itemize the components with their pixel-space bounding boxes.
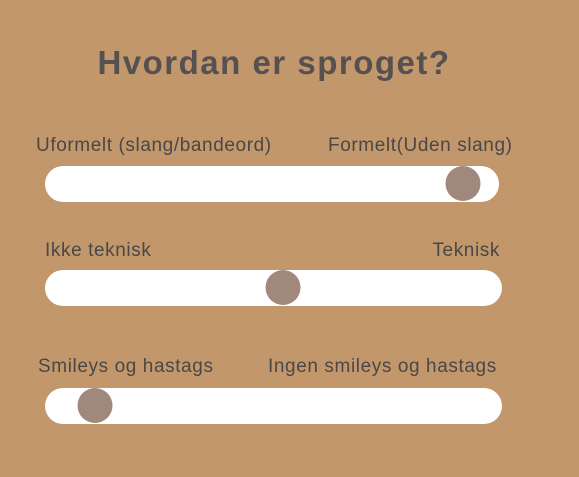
slider-1-left-label: Uformelt (slang/bandeord) <box>36 135 272 156</box>
smileys-slider-track[interactable] <box>45 388 502 424</box>
formality-slider-track[interactable] <box>45 166 499 202</box>
smileys-slider-thumb[interactable] <box>77 388 113 423</box>
slider-3-left-label: Smileys og hastags <box>38 356 214 377</box>
slider-1-right-label: Formelt(Uden slang) <box>328 135 513 156</box>
technicality-slider-thumb[interactable] <box>265 270 301 305</box>
slider-2-left-label: Ikke teknisk <box>45 240 152 261</box>
slider-2-right-label: Teknisk <box>432 240 500 261</box>
formality-slider-thumb[interactable] <box>445 166 481 201</box>
page-title: Hvordan er sproget? <box>97 44 451 81</box>
technicality-slider-track[interactable] <box>45 270 502 306</box>
slider-3-right-label: Ingen smileys og hastags <box>268 356 497 377</box>
